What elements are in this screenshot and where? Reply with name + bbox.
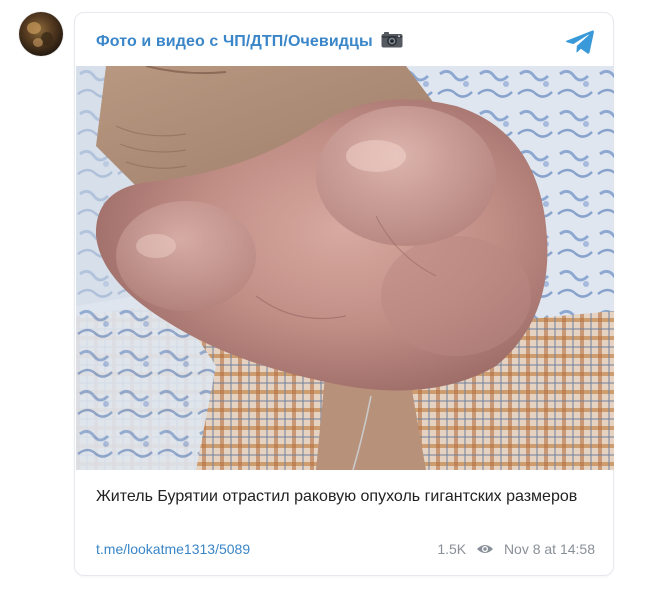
eye-icon (476, 542, 494, 558)
post-meta: 1.5K Nov 8 at 14:58 (437, 541, 595, 558)
avatar-highlight (33, 38, 43, 47)
telegram-icon[interactable] (565, 29, 595, 55)
views-count: 1.5K (437, 541, 467, 557)
post-timestamp: Nov 8 at 14:58 (503, 541, 595, 557)
post-screen: Фото и видео с ЧП/ДТП/Очевидцы Житель Бу… (0, 0, 647, 600)
channel-name[interactable]: Фото и видео с ЧП/ДТП/Очевидцы (96, 31, 403, 53)
channel-name-text[interactable]: Фото и видео с ЧП/ДТП/Очевидцы (96, 33, 373, 50)
post-link[interactable]: t.me/lookatme1313/5089 (96, 541, 250, 557)
channel-avatar[interactable] (19, 12, 63, 56)
avatar-shadow (41, 32, 53, 46)
camera-icon (381, 31, 403, 53)
avatar-highlight (27, 22, 41, 34)
post-photo[interactable] (76, 66, 614, 470)
post-card: Фото и видео с ЧП/ДТП/Очевидцы Житель Бу… (74, 12, 614, 576)
post-caption: Житель Бурятии отрастил раковую опухоль … (96, 488, 578, 505)
